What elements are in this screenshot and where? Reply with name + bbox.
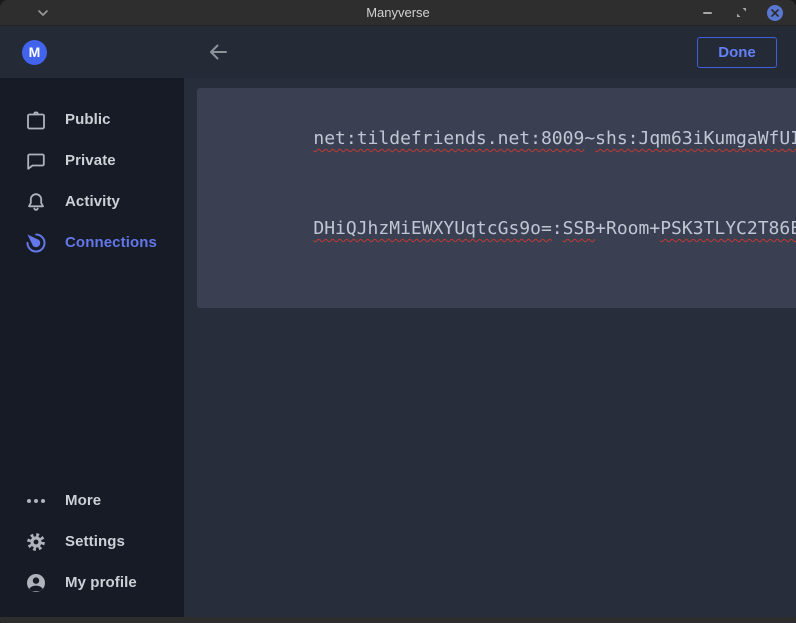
- bell-icon: [24, 190, 48, 214]
- invite-text-segment: +Room+: [595, 218, 660, 239]
- account-circle-icon: [24, 571, 48, 595]
- close-icon: [767, 5, 783, 21]
- invite-text-segment: PSK3TLYC2T86EHQCUHBU: [660, 218, 796, 239]
- sidebar-item-label: Activity: [65, 193, 120, 210]
- invite-text-segment: net:tildefriends.net:8009: [313, 128, 584, 149]
- arrow-left-icon: [207, 41, 229, 63]
- back-button[interactable]: [203, 37, 233, 67]
- sidebar-item-label: More: [65, 492, 101, 509]
- sidebar-item-my-profile[interactable]: My profile: [0, 562, 184, 603]
- app-header: M Done: [0, 26, 796, 78]
- invite-text-line: DHiQJhzMiEWXYUqtcGs9o=:SSB+Room+PSK3TLYC…: [205, 184, 796, 274]
- sidebar-item-settings[interactable]: Settings: [0, 521, 184, 562]
- invite-code-input[interactable]: net:tildefriends.net:8009~shs:Jqm63iKumg…: [197, 88, 796, 308]
- invite-text-line: HASCASE18JBV24=: [205, 274, 796, 308]
- sidebar-item-label: My profile: [65, 574, 137, 591]
- main-content: net:tildefriends.net:8009~shs:Jqm63iKumg…: [184, 78, 796, 617]
- sidebar-item-more[interactable]: More: [0, 480, 184, 521]
- sidebar-item-label: Private: [65, 152, 116, 169]
- sidebar-item-activity[interactable]: Activity: [0, 181, 184, 222]
- gear-icon: [24, 530, 48, 554]
- restore-icon: [736, 7, 747, 18]
- window-title: Manyverse: [0, 5, 796, 20]
- sidebar: Public Private Activity: [0, 78, 184, 617]
- sidebar-item-label: Connections: [65, 234, 157, 251]
- logo-letter: M: [29, 44, 41, 60]
- sidebar-item-connections[interactable]: Connections: [0, 222, 184, 263]
- dots-horizontal-icon: [24, 489, 48, 513]
- minimize-button[interactable]: [698, 4, 716, 22]
- invite-text-segment: shs:Jqm63iKumgaWfUI6mXtmQC: [595, 128, 796, 149]
- invite-text-line: net:tildefriends.net:8009~shs:Jqm63iKumg…: [205, 94, 796, 184]
- sidebar-item-label: Settings: [65, 533, 125, 550]
- sidebar-item-public[interactable]: Public: [0, 99, 184, 140]
- bulletin-board-icon: [24, 108, 48, 132]
- manyverse-window: Manyverse M: [0, 0, 796, 623]
- minimize-icon: [703, 12, 712, 14]
- window-menu-chevron-icon[interactable]: [34, 4, 52, 22]
- sidebar-spacer: [0, 263, 184, 480]
- done-button[interactable]: Done: [697, 37, 777, 68]
- os-titlebar: Manyverse: [0, 0, 796, 26]
- restore-button[interactable]: [732, 4, 750, 22]
- invite-text-segment: :: [552, 218, 563, 239]
- sidebar-item-private[interactable]: Private: [0, 140, 184, 181]
- sidebar-item-label: Public: [65, 111, 111, 128]
- invite-text-segment: SSB: [563, 218, 596, 239]
- window-bottom-frame: [0, 617, 796, 623]
- message-icon: [24, 149, 48, 173]
- invite-text-segment: ~: [584, 128, 595, 149]
- manyverse-logo-icon: M: [22, 40, 47, 65]
- close-button[interactable]: [766, 4, 784, 22]
- invite-text-segment: DHiQJhzMiEWXYUqtcGs9o=: [313, 218, 551, 239]
- connections-dial-icon: [24, 231, 48, 255]
